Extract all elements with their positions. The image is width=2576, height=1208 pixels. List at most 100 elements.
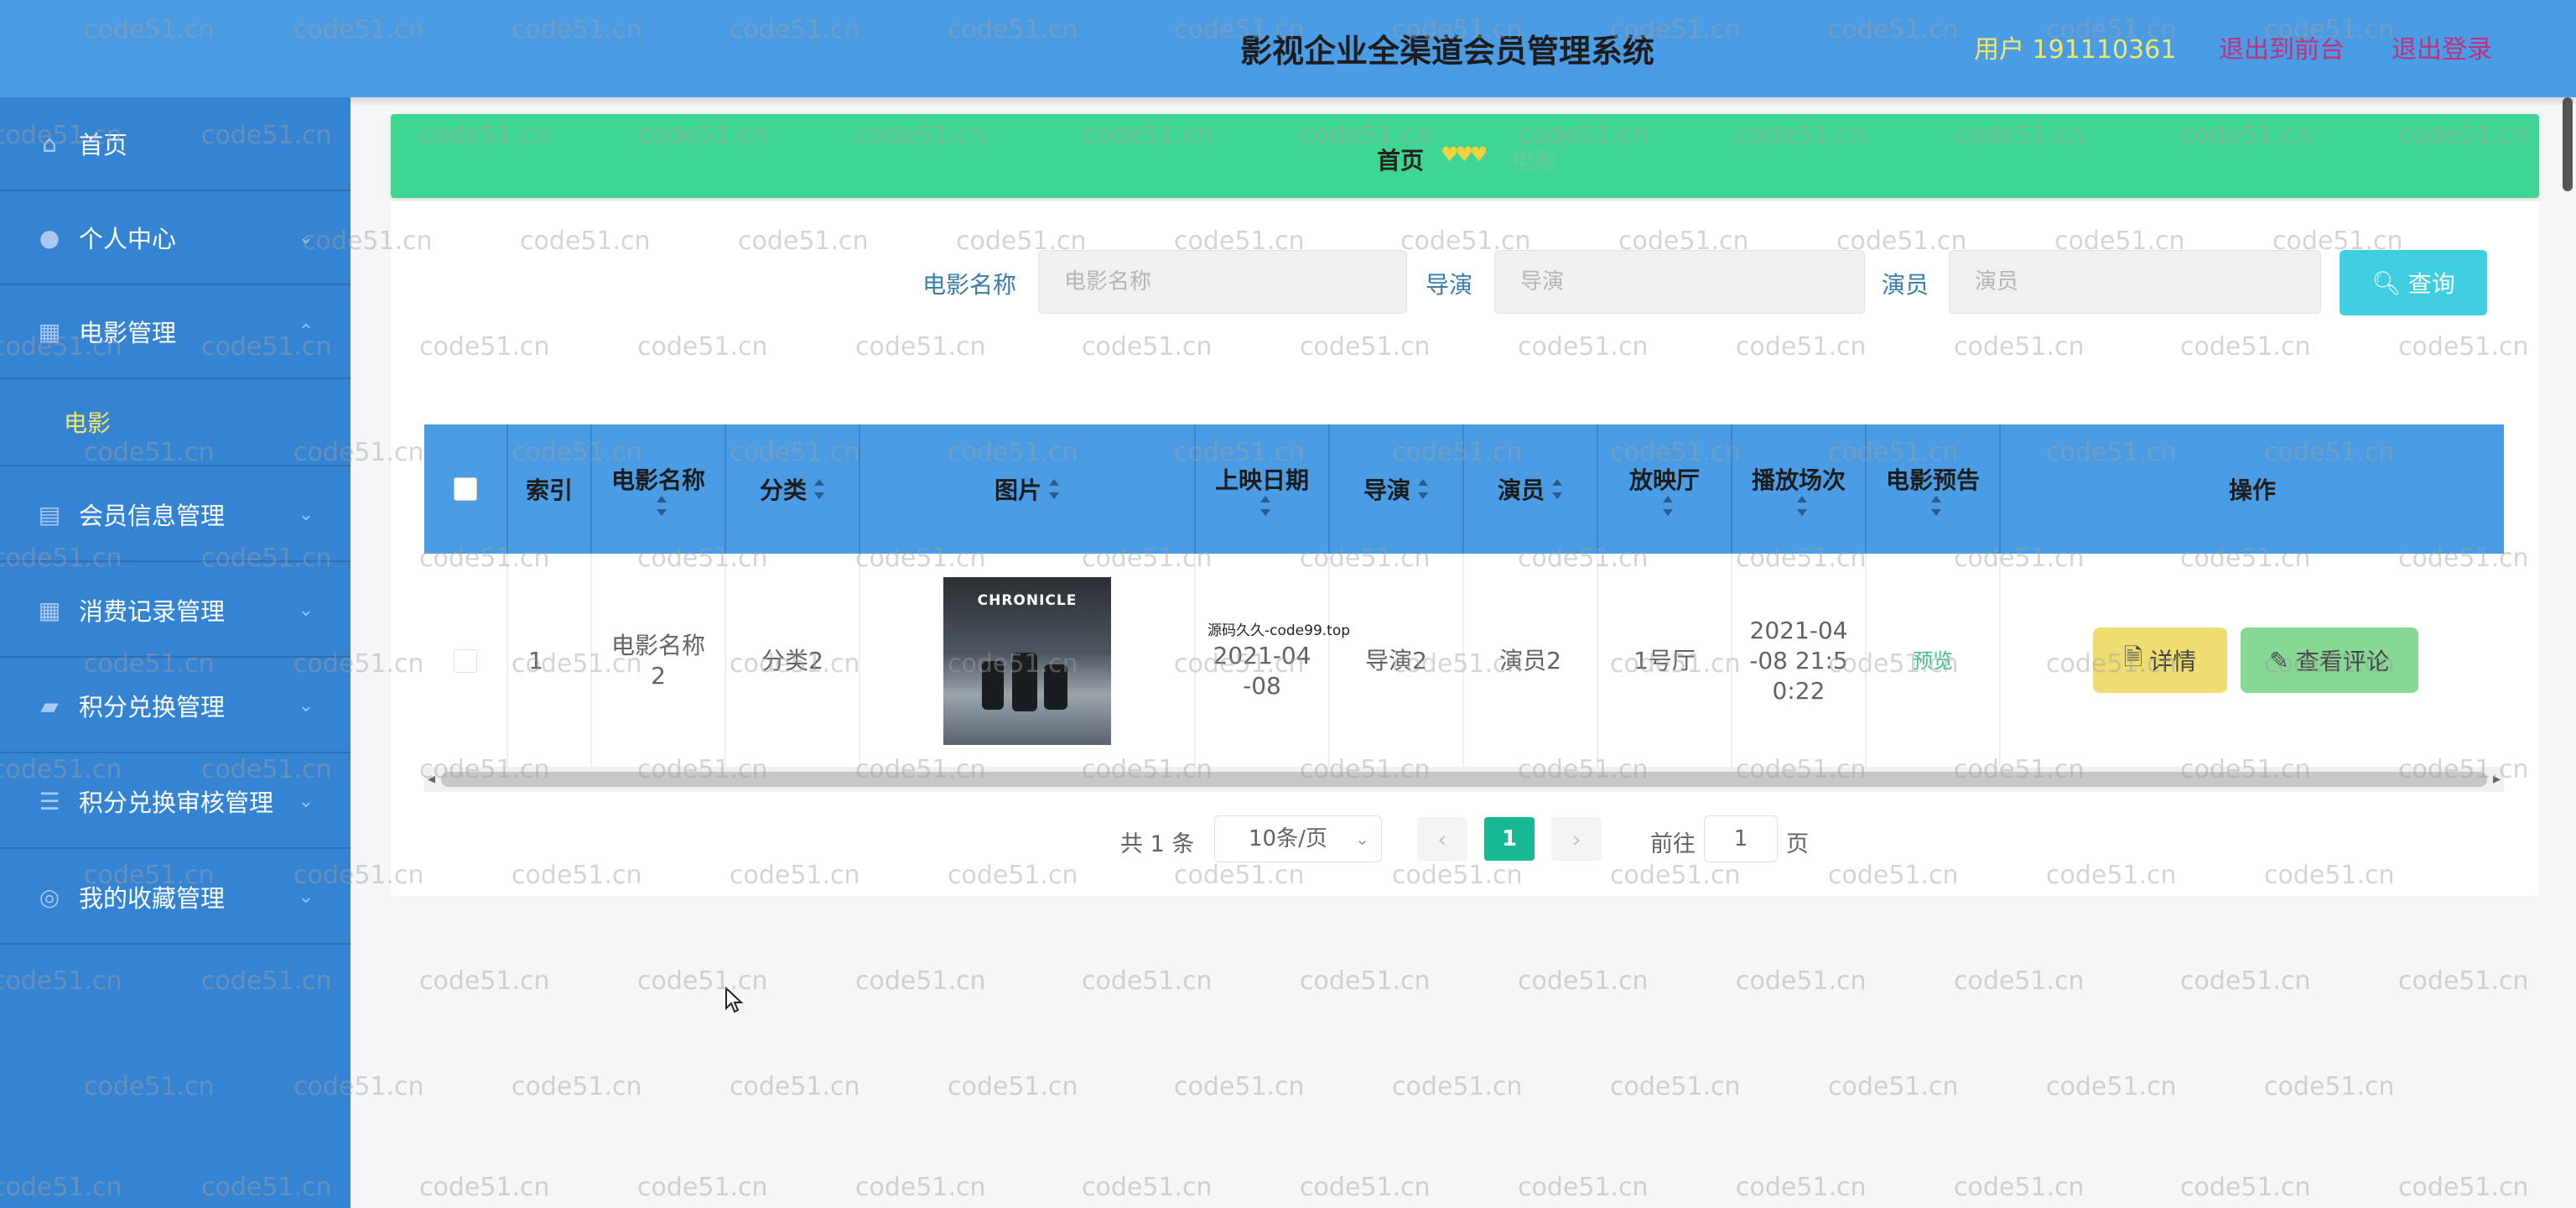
grid-icon: ▦ bbox=[38, 317, 61, 346]
sidebar-item-points-exchange[interactable]: ▰ 积分兑换管理 ⌄ bbox=[0, 659, 351, 753]
watermark-text: code51.cn bbox=[512, 1072, 642, 1101]
scroll-left-icon[interactable]: ◂ bbox=[428, 770, 435, 788]
top-header: 影视企业全渠道会员管理系统 用户 191110361 退出到前台 退出登录 bbox=[0, 0, 2576, 97]
home-icon: ⌂ bbox=[42, 129, 57, 158]
chevron-down-icon: ⌄ bbox=[298, 503, 314, 525]
sidebar-item-movie-management[interactable]: ▦ 电影管理 ⌃ bbox=[0, 285, 351, 379]
chevron-down-icon: ⌄ bbox=[298, 790, 314, 812]
select-all-checkbox[interactable] bbox=[454, 477, 477, 501]
watermark-text: code51.cn bbox=[419, 966, 550, 996]
watermark-text: code51.cn bbox=[419, 1173, 550, 1202]
cell-movie-name: 电影名称2 bbox=[592, 554, 726, 768]
release-note: 源码久久-code99.top bbox=[1208, 622, 1351, 639]
header-trailer[interactable]: 电影预告 bbox=[1867, 424, 2001, 554]
watermark-text: code51.cn bbox=[1954, 966, 2085, 996]
scroll-right-icon[interactable]: ▸ bbox=[2493, 770, 2501, 788]
table-horizontal-scrollbar[interactable]: ◂ ▸ bbox=[424, 767, 2504, 792]
watermark-text: code51.cn bbox=[1736, 1173, 1867, 1202]
header-category[interactable]: 分类 bbox=[726, 424, 860, 554]
watermark-text: code51.cn bbox=[637, 1173, 768, 1202]
cell-showtime: 2021-04-08 21:50:22 bbox=[1732, 554, 1867, 768]
prev-page-button[interactable]: ‹ bbox=[1417, 817, 1467, 861]
sort-icon[interactable] bbox=[813, 479, 825, 499]
watermark-text: code51.cn bbox=[2180, 966, 2311, 996]
sort-icon[interactable] bbox=[1048, 479, 1060, 499]
sidebar-item-label: 个人中心 bbox=[79, 225, 177, 253]
query-button-label: 查询 bbox=[2407, 270, 2455, 298]
watermark-text: code51.cn bbox=[1082, 1173, 1213, 1202]
watermark-text: code51.cn bbox=[1736, 966, 1867, 996]
chevron-down-icon: ⌄ bbox=[1355, 829, 1369, 849]
watermark-text: code51.cn bbox=[1300, 966, 1431, 996]
page-size-select[interactable]: 10条/页 ⌄ bbox=[1214, 815, 1382, 862]
goto-page-input[interactable]: 1 bbox=[1704, 815, 1778, 862]
view-comments-button[interactable]: ✎ 查看评论 bbox=[2241, 627, 2418, 693]
cell-image: CHRONICLE bbox=[860, 554, 1196, 768]
sidebar-item-personal-center[interactable]: ● 个人中心 ⌄ bbox=[0, 191, 351, 285]
breadcrumb-home[interactable]: 首页 bbox=[1377, 143, 1424, 176]
logout-link[interactable]: 退出登录 bbox=[2392, 29, 2492, 65]
next-page-button[interactable]: › bbox=[1551, 817, 1602, 861]
header-showtime[interactable]: 播放场次 bbox=[1732, 424, 1867, 554]
row-checkbox[interactable] bbox=[454, 649, 477, 673]
sidebar-item-member-info[interactable]: ▤ 会员信息管理 ⌄ bbox=[0, 468, 351, 562]
scrollbar-thumb[interactable] bbox=[441, 772, 2487, 787]
watermark-text: code51.cn bbox=[855, 966, 986, 996]
cell-hall: 1号厅 bbox=[1598, 554, 1732, 768]
cell-index: 1 bbox=[508, 554, 592, 768]
chevron-down-icon: ⌄ bbox=[298, 886, 314, 908]
sidebar-item-consumption-records[interactable]: ▦ 消费记录管理 ⌄ bbox=[0, 564, 351, 658]
cell-director: 导演2 bbox=[1330, 554, 1464, 768]
back-to-front-link[interactable]: 退出到前台 bbox=[2219, 29, 2345, 65]
query-button[interactable]: 🔍︎ 查询 bbox=[2340, 250, 2487, 315]
header-image[interactable]: 图片 bbox=[860, 424, 1196, 554]
sort-icon[interactable] bbox=[1662, 496, 1674, 516]
watermark-text: code51.cn bbox=[2398, 1173, 2529, 1202]
sidebar-item-favorites[interactable]: ◎ 我的收藏管理 ⌄ bbox=[0, 851, 351, 945]
sort-icon[interactable] bbox=[1417, 479, 1429, 499]
header-release-date[interactable]: 上映日期 bbox=[1196, 424, 1330, 554]
heart-separator-icon: ♥♥♥ bbox=[1441, 143, 1488, 166]
sort-icon[interactable] bbox=[1796, 496, 1808, 516]
header-actor[interactable]: 演员 bbox=[1464, 424, 1598, 554]
watermark-text: code51.cn bbox=[2180, 1173, 2311, 1202]
page-number-button[interactable]: 1 bbox=[1484, 817, 1535, 861]
actor-input[interactable]: 演员 bbox=[1949, 250, 2321, 314]
table-header: 索引 电影名称 分类 图片 上映日期 导演 演员 放映厅 播放场次 电影预告 操… bbox=[424, 424, 2504, 554]
director-input[interactable]: 导演 bbox=[1494, 250, 1865, 314]
sidebar-item-points-review[interactable]: ☰ 积分兑换审核管理 ⌄ bbox=[0, 755, 351, 849]
page-size-value: 10条/页 bbox=[1249, 826, 1327, 851]
sort-icon[interactable] bbox=[1259, 496, 1271, 516]
watermark-text: code51.cn bbox=[1610, 1072, 1741, 1101]
sidebar-item-label: 积分兑换管理 bbox=[79, 693, 226, 721]
sort-icon[interactable] bbox=[656, 496, 667, 516]
sidebar-item-home[interactable]: ⌂ 首页 bbox=[0, 97, 351, 191]
goto-label: 前往 bbox=[1650, 831, 1696, 857]
watermark-text: code51.cn bbox=[1174, 1072, 1305, 1101]
page-vertical-scrollbar[interactable] bbox=[2563, 97, 2573, 191]
cell-actor: 演员2 bbox=[1464, 554, 1598, 768]
sort-icon[interactable] bbox=[1930, 496, 1942, 516]
movie-name-label: 电影名称 bbox=[922, 271, 1017, 299]
header-director[interactable]: 导演 bbox=[1330, 424, 1464, 554]
sidebar-subitem-movie[interactable]: 电影 bbox=[0, 379, 351, 466]
current-user: 用户 191110361 bbox=[1974, 35, 2177, 65]
cell-release-date: 源码久久-code99.top 2021-04-08 bbox=[1196, 554, 1350, 768]
header-movie-name[interactable]: 电影名称 bbox=[592, 424, 726, 554]
sidebar: ⌂ 首页 ● 个人中心 ⌄ ▦ 电影管理 ⌃ 电影 ▤ 会员信息管理 ⌄ ▦ 消… bbox=[0, 97, 351, 1208]
sort-icon[interactable] bbox=[1551, 479, 1563, 499]
sidebar-item-label: 会员信息管理 bbox=[79, 502, 226, 530]
sidebar-item-label: 积分兑换审核管理 bbox=[79, 789, 274, 817]
pagination-total: 共 1 条 bbox=[1120, 831, 1195, 857]
detail-button[interactable]: 🗎︎ 详情 bbox=[2093, 627, 2227, 693]
actor-label: 演员 bbox=[1882, 271, 1929, 299]
watermark-text: code51.cn bbox=[637, 966, 768, 996]
watermark-text: code51.cn bbox=[2398, 966, 2529, 996]
movie-name-input[interactable]: 电影名称 bbox=[1038, 250, 1407, 314]
header-hall[interactable]: 放映厅 bbox=[1598, 424, 1732, 554]
trailer-preview-link[interactable]: 预览 bbox=[1867, 554, 2001, 768]
star-icon: ◎ bbox=[39, 883, 60, 911]
movie-poster-image[interactable]: CHRONICLE bbox=[943, 577, 1111, 745]
chevron-right-icon: › bbox=[1571, 825, 1581, 853]
watermark-text: code51.cn bbox=[1518, 966, 1649, 996]
